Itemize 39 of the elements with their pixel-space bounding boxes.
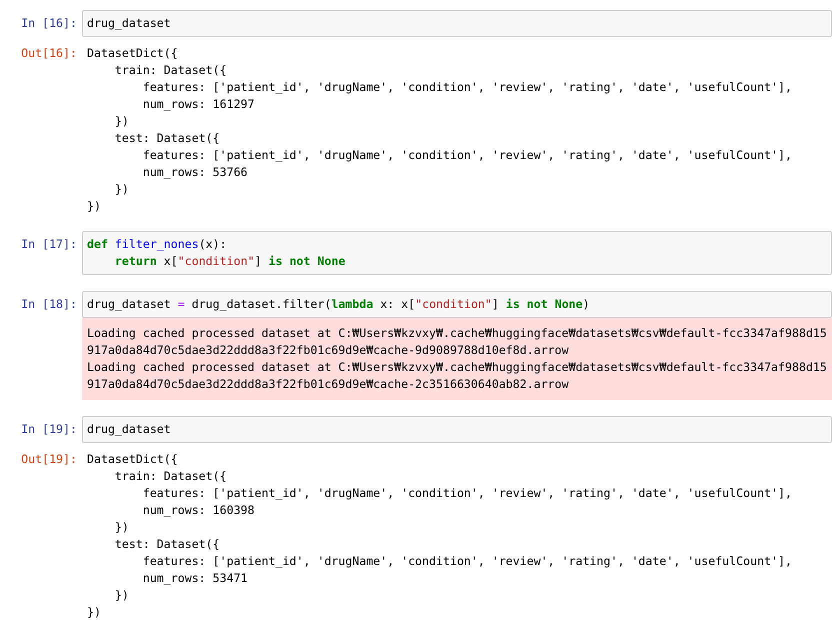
code-line: drug_dataset = drug_dataset.filter(lambda x: x["condition"] is not None) xyxy=(87,296,591,313)
input-prompt: In [16]: xyxy=(21,16,77,30)
code-line: return x["condition"] is not None xyxy=(114,253,346,270)
output-line: num_rows: 160398 xyxy=(142,502,256,519)
output-prompt: Out[16]: xyxy=(21,45,77,62)
output-line: }) xyxy=(114,113,130,130)
code-input[interactable]: drug_dataset xyxy=(82,416,832,443)
output-line: test: Dataset({ xyxy=(114,536,221,553)
output-line: DatasetDict({ xyxy=(87,451,179,468)
code-input[interactable]: drug_dataset = drug_dataset.filter(lambda x: x["condition"] is not None) xyxy=(82,291,832,318)
output-line: features: ['patient_id', 'drugName', 'condition', 'review', 'rating', 'date', 'usefulCount'], xyxy=(142,79,792,96)
output-prompt: Out[19]: xyxy=(21,451,77,468)
output-line: }) xyxy=(114,587,130,604)
output-line: train: Dataset({ xyxy=(114,468,228,485)
output-line: }) xyxy=(87,198,102,215)
output-line: train: Dataset({ xyxy=(114,62,228,79)
output-line: DatasetDict({ xyxy=(87,45,179,62)
input-prompt: In [17]: xyxy=(21,237,77,251)
stderr-line: Loading cached processed dataset at C:₩Users₩kzvxy₩.cache₩huggingface₩datasets₩csv₩default-fcc3347af988d15 xyxy=(87,359,827,376)
output-line: }) xyxy=(114,181,130,198)
code-input[interactable]: drug_dataset xyxy=(82,10,832,37)
output-line: num_rows: 53471 xyxy=(142,570,249,587)
stderr-line: Loading cached processed dataset at C:₩Users₩kzvxy₩.cache₩huggingface₩datasets₩csv₩default-fcc3347af988d15 xyxy=(87,325,827,342)
output-line: num_rows: 161297 xyxy=(142,96,256,113)
code-line: def filter_nones(x): xyxy=(87,236,228,253)
stderr-line: 917a0da84d70c5dae3d22ddd8a3f22fb01c69d9e₩cache-2c3516630640ab82.arrow xyxy=(87,376,570,393)
input-prompt: In [19]: xyxy=(21,422,77,436)
output-line: test: Dataset({ xyxy=(114,130,221,147)
output-line: features: ['patient_id', 'drugName', 'condition', 'review', 'rating', 'date', 'usefulCount'], xyxy=(142,553,792,570)
input-prompt: In [18]: xyxy=(21,297,77,311)
code-input[interactable]: def filter_nones(x): return x["condition"] is not None xyxy=(82,231,832,275)
code-line: drug_dataset xyxy=(87,421,172,438)
output-line: num_rows: 53766 xyxy=(142,164,249,181)
output-line: }) xyxy=(87,604,102,621)
code-line: drug_dataset xyxy=(87,15,172,32)
stderr-line: 917a0da84d70c5dae3d22ddd8a3f22fb01c69d9e₩cache-9d9089788d10ef8d.arrow xyxy=(87,342,570,359)
output-line: }) xyxy=(114,519,130,536)
output-line: features: ['patient_id', 'drugName', 'condition', 'review', 'rating', 'date', 'usefulCount'], xyxy=(142,485,792,502)
output-line: features: ['patient_id', 'drugName', 'condition', 'review', 'rating', 'date', 'usefulCount'], xyxy=(142,147,792,164)
